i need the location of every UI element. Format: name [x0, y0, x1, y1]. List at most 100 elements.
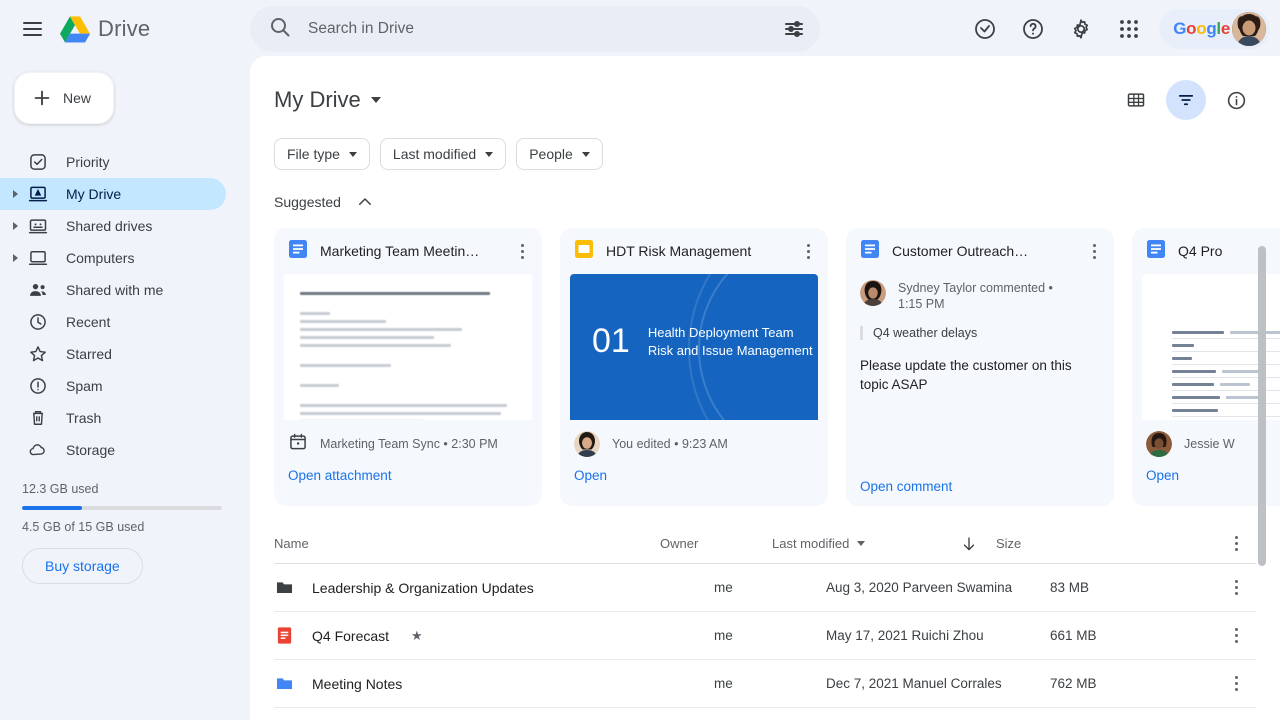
user-avatar — [574, 431, 600, 457]
commenter-avatar — [860, 280, 886, 306]
check-circle-icon — [26, 150, 50, 174]
avatar[interactable] — [1232, 12, 1266, 46]
column-header-name[interactable]: Name — [274, 536, 660, 551]
brand[interactable]: Drive — [60, 15, 151, 43]
sidebar-nav: Priority My Drive Shared drives Computer… — [0, 146, 250, 466]
suggested-card-attachment[interactable]: Marketing Team Meetin… Marketing Team Sy… — [274, 228, 542, 506]
grid-view-icon[interactable] — [1116, 80, 1156, 120]
card-open-comment-link[interactable]: Open comment — [846, 479, 1114, 506]
column-header-last-modified[interactable]: Last modified — [772, 536, 942, 551]
expand-arrow-icon[interactable] — [4, 222, 26, 230]
card-open-attachment-link[interactable]: Open attachment — [274, 468, 542, 495]
card-footer-text: You edited • 9:23 AM — [612, 437, 728, 451]
hamburger-icon[interactable] — [10, 7, 54, 51]
suggested-card-slides[interactable]: HDT Risk Management 01 Health Deployment… — [560, 228, 828, 506]
sidebar-item-shared-with-me[interactable]: Shared with me — [0, 274, 226, 306]
chip-last-modified[interactable]: Last modified — [379, 138, 507, 170]
sidebar-item-recent[interactable]: Recent — [0, 306, 226, 338]
sidebar-item-my-drive[interactable]: My Drive — [0, 178, 226, 210]
sidebar-item-priority[interactable]: Priority — [0, 146, 226, 178]
column-header-size[interactable]: Size — [996, 536, 1216, 551]
table-row[interactable]: Meeting Notes me Dec 7, 2021 Manuel Corr… — [274, 660, 1256, 708]
brand-name: Drive — [98, 16, 151, 41]
sidebar-item-label: Recent — [66, 314, 111, 330]
table-row[interactable]: Q4 Forecast ★ me May 17, 2021 Ruichi Zho… — [274, 612, 1256, 660]
card-header: Customer Outreach… — [846, 228, 1114, 274]
search-bar[interactable] — [250, 6, 820, 52]
drive-app: Drive Search in Drive Google New Priorit… — [0, 0, 1280, 720]
chip-people[interactable]: People — [516, 138, 603, 170]
chip-file-type[interactable]: File type — [274, 138, 370, 170]
title-dropdown-icon[interactable] — [370, 97, 381, 103]
chevron-down-icon[interactable] — [857, 541, 866, 546]
google-docs-icon — [860, 239, 880, 264]
suggested-cards: Marketing Team Meetin… Marketing Team Sy… — [250, 214, 1280, 506]
status-icon[interactable] — [963, 7, 1007, 51]
row-more-options-icon[interactable] — [1216, 670, 1256, 698]
row-more-options-icon[interactable] — [1216, 622, 1256, 650]
my-drive-icon — [26, 182, 50, 206]
list-options-icon[interactable] — [1216, 530, 1256, 558]
google-docs-icon — [1146, 239, 1166, 264]
computer-icon — [26, 246, 50, 270]
shared-drives-icon — [26, 214, 50, 238]
account-pill[interactable]: Google — [1159, 9, 1270, 49]
filter-icon[interactable] — [1166, 80, 1206, 120]
sidebar-item-storage[interactable]: Storage — [0, 434, 226, 466]
suggested-header: Suggested — [250, 170, 1280, 214]
star-icon — [26, 342, 50, 366]
row-more-options-icon[interactable] — [1216, 574, 1256, 602]
file-modified: May 17, 2021 Ruichi Zhou — [826, 628, 984, 643]
sidebar-item-label: Spam — [66, 378, 103, 394]
sidebar-item-starred[interactable]: Starred — [0, 338, 226, 370]
sort-direction-button[interactable] — [942, 535, 996, 553]
search-input[interactable] — [308, 20, 782, 38]
expand-arrow-icon[interactable] — [4, 190, 26, 198]
sidebar-item-label: Shared with me — [66, 282, 164, 298]
google-docs-icon — [288, 239, 308, 264]
card-footer-text: Marketing Team Sync • 2:30 PM — [320, 437, 498, 451]
comment-body: Sydney Taylor commented • 1:15 PM Q4 wea… — [846, 274, 1114, 394]
star-icon[interactable]: ★ — [411, 628, 423, 644]
vertical-scrollbar[interactable] — [1258, 246, 1266, 566]
file-list: Name Owner Last modified Size Leadership… — [250, 506, 1280, 708]
new-button[interactable]: New — [14, 72, 114, 124]
card-thumbnail — [284, 274, 532, 420]
suggested-card-comment[interactable]: Customer Outreach… Sydney Taylor comment… — [846, 228, 1114, 506]
column-header-owner[interactable]: Owner — [660, 536, 772, 551]
cloud-icon — [26, 438, 50, 462]
help-icon[interactable] — [1011, 7, 1055, 51]
card-open-link[interactable]: Open — [560, 468, 828, 495]
info-icon[interactable] — [1216, 80, 1256, 120]
main-header: My Drive — [250, 56, 1280, 120]
gear-icon[interactable] — [1059, 7, 1103, 51]
sidebar-item-computers[interactable]: Computers — [0, 242, 226, 274]
card-header: Marketing Team Meetin… — [274, 228, 542, 274]
sidebar-item-shared-drives[interactable]: Shared drives — [0, 210, 226, 242]
top-bar: Drive Search in Drive Google — [0, 0, 1280, 58]
drive-logo-icon — [60, 15, 90, 43]
google-slides-icon — [574, 239, 594, 264]
card-header: HDT Risk Management — [560, 228, 828, 274]
sidebar-item-label: Computers — [66, 250, 135, 266]
buy-storage-button[interactable]: Buy storage — [22, 548, 143, 584]
card-footer: Marketing Team Sync • 2:30 PM — [274, 420, 542, 468]
tune-icon[interactable] — [782, 17, 806, 41]
comment-time: 1:15 PM — [898, 297, 945, 311]
apps-grid-icon[interactable] — [1107, 7, 1151, 51]
page-title: My Drive — [274, 87, 361, 112]
top-actions: Google — [963, 5, 1270, 53]
card-more-options-icon[interactable] — [794, 237, 822, 265]
card-more-options-icon[interactable] — [508, 237, 536, 265]
sidebar-item-label: Storage — [66, 442, 116, 458]
sidebar-item-label: Trash — [66, 410, 102, 426]
calendar-icon — [288, 432, 308, 457]
chevron-up-icon[interactable] — [353, 190, 377, 214]
table-row[interactable]: Leadership & Organization Updates me Aug… — [274, 564, 1256, 612]
card-more-options-icon[interactable] — [1080, 237, 1108, 265]
sidebar-item-spam[interactable]: Spam — [0, 370, 226, 402]
sidebar-item-trash[interactable]: Trash — [0, 402, 226, 434]
expand-arrow-icon[interactable] — [4, 254, 26, 262]
storage-section: 12.3 GB used 4.5 GB of 15 GB used Buy st… — [22, 482, 222, 584]
file-owner: me — [714, 580, 733, 595]
